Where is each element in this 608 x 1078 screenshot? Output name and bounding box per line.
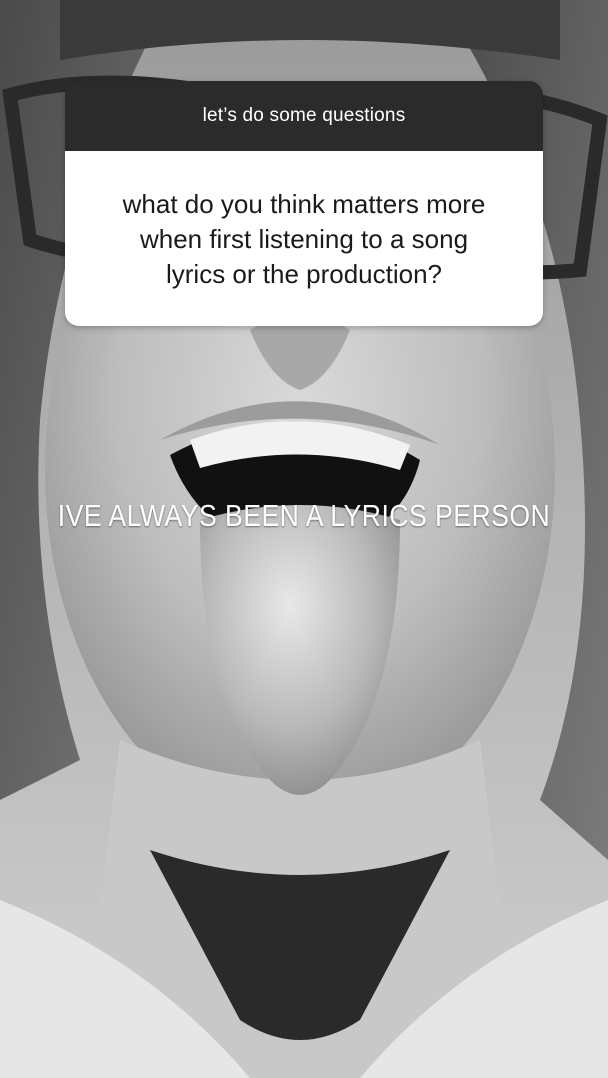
story-frame: let’s do some questions what do you thin… [0, 0, 608, 1078]
question-line: lyrics or the production? [165, 259, 443, 289]
question-sticker[interactable]: let’s do some questions what do you thin… [65, 81, 543, 326]
sticker-header: let’s do some questions [65, 81, 543, 151]
sticker-header-text: let’s do some questions [202, 105, 406, 126]
question-line: what do you think matters more [122, 189, 486, 219]
question-line: when first listening to a song [139, 224, 469, 254]
sticker-question: what do you think matters more when firs… [65, 151, 543, 326]
story-caption: IVE ALWAYS BEEN A LYRICS PERSON [57, 498, 551, 533]
